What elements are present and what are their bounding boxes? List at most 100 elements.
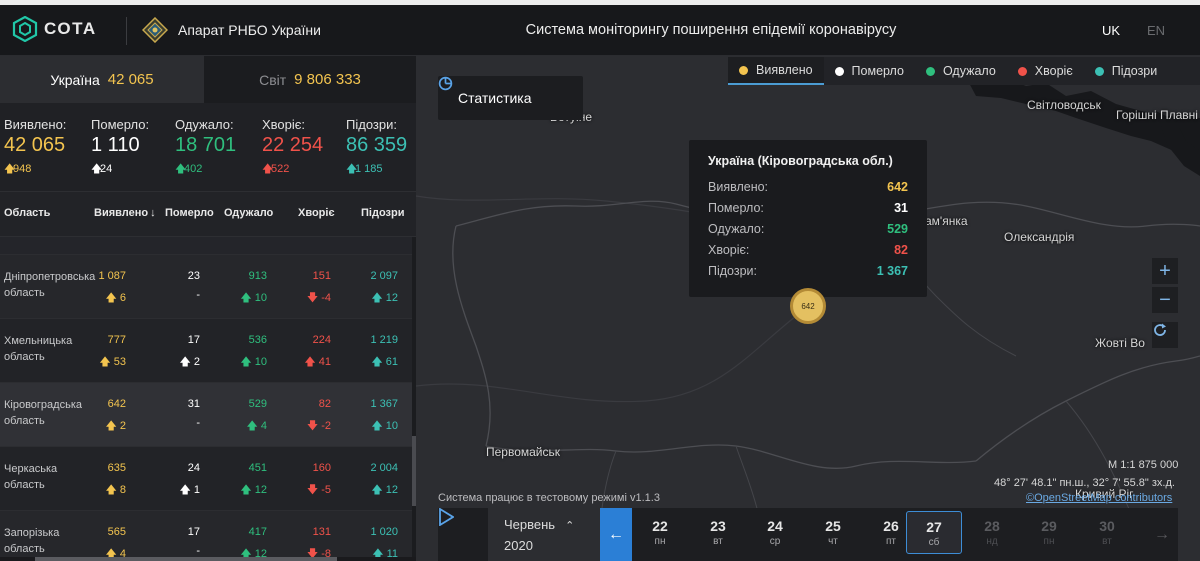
day-weekday: пн [1043,536,1055,547]
tab-world[interactable]: Світ 9 806 333 [204,56,416,103]
legend-label: Померло [851,64,904,78]
cell-detected: 635 [107,462,126,474]
summary-sick: Хворіє: 22 254 🡅522 [262,117,323,179]
delta-value: 1 [193,484,200,496]
table-row[interactable]: Кіровоградська область 642 🡅 2 31 - 529 🡅 4 82 🡇… [0,383,412,447]
tooltip-row: Померло: 31 [708,197,908,218]
summary-delta: 402 [184,163,203,175]
statistics-button-label: Статистика [458,90,532,106]
cell-suspected: 2 004 [370,462,398,474]
region-name: Кіровоградська область [4,399,82,427]
prev-day-button[interactable]: ← [600,508,632,561]
day-item[interactable]: 25 чт [805,508,861,561]
region-name: Черкаська область [4,463,58,491]
arrow-up-icon: 🡅 [99,356,114,368]
city-pervomaisk: Первомайськ [486,445,561,459]
legend-died[interactable]: Померло [824,57,915,85]
regions-table[interactable]: Дніпропетровська область 1 087 🡅 6 23 - 913 🡅 … [0,237,412,561]
zoom-in-button[interactable]: + [1152,258,1178,284]
statistics-button[interactable]: Статистика [438,76,583,120]
col-recovered[interactable]: Одужало [224,207,273,219]
arrow-up-icon: 🡅 [371,484,386,496]
osm-attribution-link[interactable]: ©OpenStreetMap contributors [1026,492,1172,504]
city-horishni: Горішні Плавні [1116,108,1198,122]
tooltip-value: 1 367 [876,263,908,278]
cell-suspected: 2 097 [370,270,398,282]
cell-suspected: 1 219 [370,334,398,346]
col-died[interactable]: Померло [165,207,214,219]
summary-detected: Виявлено: 42 065 🡅948 [4,117,66,179]
play-button[interactable] [438,508,478,561]
lang-uk-button[interactable]: UK [1102,23,1120,38]
arrow-up-icon: 🡅 [246,420,261,432]
cell-sick: 82 [318,398,331,410]
day-item-selected[interactable]: 27 сб [906,511,962,554]
col-detected[interactable]: Виявлено ↓ [94,207,156,219]
zoom-out-button[interactable]: − [1152,287,1178,313]
table-row[interactable]: Запорізька область 565 🡅 4 17-417 🡅 12 131 🡇 -… [0,511,412,561]
lang-en-button[interactable]: EN [1147,23,1165,38]
org-block[interactable]: Апарат РНБО України [142,17,321,43]
table-row[interactable]: Дніпропетровська область 1 087 🡅 6 23 - 913 🡅 … [0,255,412,319]
next-day-button[interactable]: → [1146,508,1178,561]
cell-recovered: 913 [248,270,267,282]
col-region[interactable]: Область [4,207,50,219]
legend-recovered[interactable]: Одужало [915,57,1007,85]
header-divider [126,17,127,45]
delta-value: 53 [113,356,126,368]
table-row[interactable]: Хмельницька область 777 🡅 53 17 🡅 2 536 🡅 10 22… [0,319,412,383]
reset-view-button[interactable] [1152,322,1178,348]
cell-recovered-delta: 🡅 10 [240,289,267,308]
map-legend: Виявлено Померло Одужало Хворіє Підозри [728,57,1200,85]
sota-logo-icon [12,16,38,42]
legend-suspected[interactable]: Підозри [1084,57,1169,85]
cell-recovered: 529 [248,398,267,410]
day-weekday: чт [828,536,838,547]
col-sick[interactable]: Хворіє [298,207,335,219]
panel-hscrollbar-thumb[interactable] [35,557,337,561]
delta-value: - [196,417,200,429]
day-weekday: вт [1102,536,1112,547]
tab-ukraine[interactable]: Україна 42 065 [0,56,204,103]
arrow-right-icon: → [1154,525,1170,543]
arrow-up-icon: 🡅 [179,484,194,496]
tooltip-label: Хворіє: [708,242,750,257]
day-item[interactable]: 23 вт [690,508,746,561]
region-marker[interactable]: 642 [790,288,826,324]
delta-value: 12 [385,484,398,496]
sota-logo[interactable]: СОТА [12,16,97,42]
delta-value: -2 [321,420,331,432]
cell-died: 23 [187,270,200,282]
delta-value: 12 [385,292,398,304]
cell-sick: 151 [312,270,331,282]
map-view[interactable]: Вотуіне Світловодськ Горішні Плавні ам'я… [416,56,1200,561]
cell-died-delta: - [196,417,200,429]
legend-detected[interactable]: Виявлено [728,57,824,85]
col-suspected[interactable]: Підозри [361,207,404,219]
date-timeline: Червень ⌃ 2020 ← 22 пн 23 вт 24 ср 25 чт 26 пт… [438,508,1178,561]
col-detected-label: Виявлено [94,207,149,219]
legend-label: Підозри [1111,64,1158,78]
month-selector[interactable]: Червень ⌃ 2020 [488,508,600,561]
legend-sick[interactable]: Хворіє [1007,57,1084,85]
cell-detected-delta: 🡅 2 [106,417,127,436]
table-row[interactable]: Черкаська область 635 🡅 8 24 🡅 1 451 🡅 12 160 🡇 … [0,447,412,511]
summary-delta: 1 185 [355,163,383,175]
day-weekday: вт [713,536,723,547]
cell-died-delta: - [196,545,200,557]
day-item[interactable]: 22 пн [632,508,688,561]
cell-recovered-delta: 🡅 12 [240,481,267,500]
arrow-up-icon: 🡅 [240,356,255,368]
tooltip-row: Хворіє: 82 [708,239,908,260]
delta-value: 10 [254,356,267,368]
tooltip-title: Україна (Кіровоградська обл.) [708,154,893,168]
tooltip-row: Одужало: 529 [708,218,908,239]
tooltip-value: 82 [894,242,908,257]
arrow-up-icon: 🡅 [371,292,386,304]
day-item[interactable]: 24 ср [747,508,803,561]
cell-recovered-delta: 🡅 10 [240,353,267,372]
arrow-up-icon: 🡅 [105,484,120,496]
summary-delta: 522 [271,163,290,175]
summary-value: 18 701 [175,134,237,156]
delta-value: 2 [193,356,200,368]
